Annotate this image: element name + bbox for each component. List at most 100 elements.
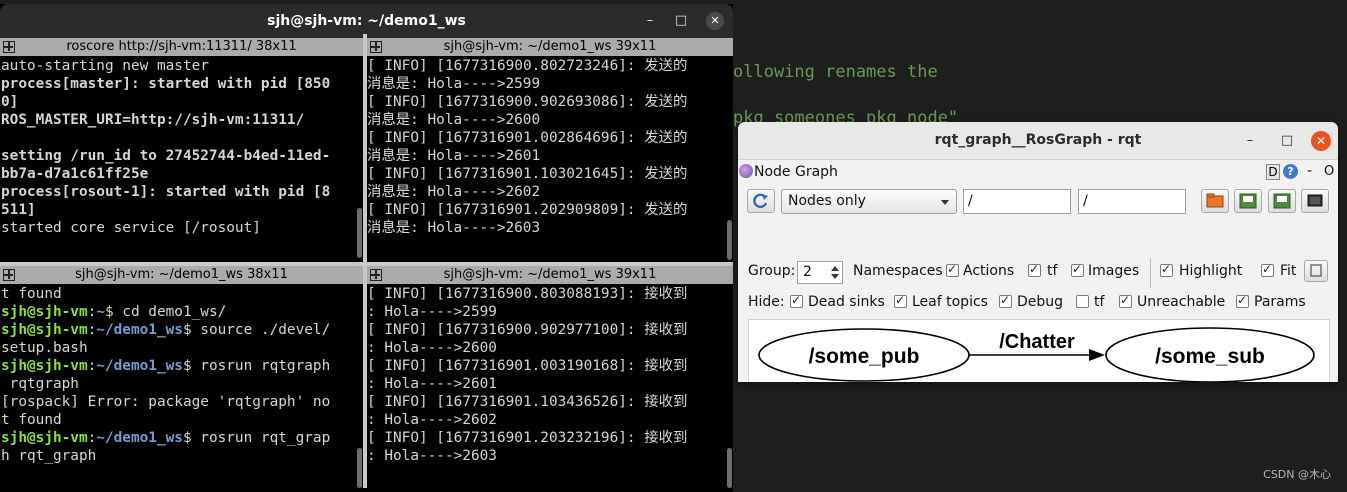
monitor-icon [1307, 194, 1323, 207]
debug-checkbox[interactable] [999, 293, 1012, 308]
fit-checkbox[interactable] [1261, 262, 1274, 277]
scrollbar[interactable] [356, 288, 362, 488]
prompt-separator: : [87, 322, 97, 338]
pane-title: sjh@sjh-vm: ~/demo1_ws 39x11 [443, 39, 657, 54]
highlight-checkbox[interactable] [1160, 262, 1173, 277]
rqt-content: Node Graph D ? - O Nodes only / / Group:… [738, 160, 1338, 382]
pane-title: roscore http://sjh-vm:11311/ 38x11 [66, 39, 297, 54]
refresh-icon [753, 193, 768, 209]
minimize-plugin-button[interactable]: - [1307, 163, 1312, 179]
spin-down-icon[interactable] [831, 274, 839, 279]
dock-button[interactable]: D [1266, 164, 1280, 180]
save-image-button[interactable] [1301, 189, 1329, 213]
prompt-user: sjh@sjh-vm [1, 430, 88, 446]
fit-label: Fit [1280, 263, 1297, 279]
node-graph-icon [739, 164, 753, 178]
dead-sinks-checkbox[interactable] [790, 293, 803, 308]
folder-open-icon [1206, 193, 1224, 208]
terminal-output[interactable]: [ INFO] [1677316900.802723246]: 发送的 消息是: … [367, 57, 723, 262]
prompt-separator: : [87, 430, 97, 446]
terminal-pane-roscore[interactable]: roscore http://sjh-vm:11311/ 38x11 auto-… [0, 38, 363, 262]
chevron-down-icon [941, 200, 949, 205]
scrollbar-thumb[interactable] [357, 448, 362, 488]
terminal-line: sjh@sjh-vm:~/demo1_ws$ rosrun rqtgraph [1, 357, 353, 375]
prompt-user: sjh@sjh-vm [1, 358, 88, 374]
plugin-titlebar: Node Graph D ? - O [738, 160, 1338, 184]
scrollbar[interactable] [726, 60, 732, 260]
prompt-user: sjh@sjh-vm [1, 304, 88, 320]
terminal-output[interactable]: [ INFO] [1677316900.803088193]: 接收到 : Hol… [367, 285, 723, 492]
save-dot-button[interactable] [1234, 189, 1262, 213]
minimize-button[interactable]: – [641, 12, 659, 30]
actions-checkbox[interactable] [1028, 262, 1041, 277]
pane-header[interactable]: sjh@sjh-vm: ~/demo1_ws 39x11 [367, 38, 733, 56]
tf-checkbox[interactable] [1071, 262, 1084, 277]
terminal-line: 消息是: Hola---->2602 [367, 184, 541, 200]
scrollbar[interactable] [356, 60, 362, 258]
pane-header[interactable]: sjh@sjh-vm: ~/demo1_ws 38x11 [0, 266, 363, 284]
minimize-button[interactable]: – [1240, 131, 1260, 151]
rqt-window: rqt_graph__RosGraph - rqt – □ ✕ Node Gra… [738, 122, 1338, 382]
group-label: Group: [748, 263, 796, 279]
terminal-pane-talker[interactable]: sjh@sjh-vm: ~/demo1_ws 39x11 [ INFO] [16… [367, 38, 733, 262]
graph-mode-select[interactable]: Nodes only [781, 189, 957, 214]
terminal-line: [ INFO] [1677316901.103021645]: 发送的 [367, 166, 688, 182]
node-some-sub-label: /some_sub [1155, 345, 1265, 368]
terminal-line: 511] [1, 202, 36, 218]
actions-label: Actions [963, 263, 1015, 279]
maximize-button[interactable]: □ [672, 12, 690, 30]
terminal-line: 0] [1, 94, 19, 110]
leaf-topics-checkbox[interactable] [894, 293, 907, 308]
terminal-titlebar[interactable]: sjh@sjh-vm: ~/demo1_ws – □ ✕ [0, 4, 733, 38]
scrollbar[interactable] [726, 288, 732, 488]
close-button[interactable]: ✕ [706, 12, 724, 30]
scrollbar-thumb[interactable] [727, 448, 732, 488]
namespaces-checkbox[interactable] [946, 262, 959, 277]
graph-canvas[interactable]: /some_pub /Chatter /some_sub [748, 319, 1330, 382]
refresh-button[interactable] [747, 189, 775, 213]
pane-divider-horizontal[interactable] [0, 262, 733, 266]
unreachable-checkbox[interactable] [1119, 293, 1132, 308]
terminal-line: ROS_MASTER_URI=http://sjh-vm:11311/ [1, 112, 305, 128]
pane-header[interactable]: roscore http://sjh-vm:11311/ 38x11 [0, 38, 363, 56]
load-dot-button[interactable] [1201, 189, 1229, 213]
fit-view-button[interactable] [1304, 260, 1328, 282]
params-checkbox[interactable] [1236, 293, 1249, 308]
highlight-label: Highlight [1179, 263, 1243, 279]
prompt-path: ~/demo1_ws [96, 358, 183, 374]
pane-header[interactable]: sjh@sjh-vm: ~/demo1_ws 39x11 [367, 266, 733, 284]
terminal-pane-shell[interactable]: sjh@sjh-vm: ~/demo1_ws 38x11 t found sjh@… [0, 266, 363, 492]
terminal-line: [ INFO] [1677316900.902977100]: 接收到 [367, 322, 688, 338]
rqt-titlebar[interactable]: rqt_graph__RosGraph - rqt – □ ✕ [738, 122, 1338, 160]
hide-tf-checkbox[interactable] [1076, 295, 1089, 308]
help-icon[interactable]: ? [1283, 164, 1298, 179]
maximize-button[interactable]: □ [1277, 131, 1297, 151]
scrollbar-thumb[interactable] [357, 208, 362, 258]
prompt-path: ~ [96, 304, 105, 320]
prompt-user: sjh@sjh-vm [1, 322, 88, 338]
terminal-pane-listener[interactable]: sjh@sjh-vm: ~/demo1_ws 39x11 [ INFO] [16… [367, 266, 733, 492]
namespaces-label: Namespaces [853, 263, 943, 279]
terminal-line: : Hola---->2599 [367, 304, 497, 320]
terminal-output[interactable]: t found sjh@sjh-vm:~$ cd demo1_ws/sjh@sjh… [1, 285, 353, 492]
save-svg-button[interactable] [1268, 189, 1296, 213]
group-spinbox[interactable]: 2 [797, 261, 843, 284]
terminal-output[interactable]: auto-starting new master process[master]:… [1, 57, 353, 262]
scrollbar-thumb[interactable] [727, 220, 732, 260]
node-filter-input[interactable]: / [963, 189, 1071, 214]
topic-filter-input[interactable]: / [1078, 189, 1186, 214]
terminal-window: sjh@sjh-vm: ~/demo1_ws – □ ✕ roscore htt… [0, 4, 733, 492]
params-label: Params [1254, 294, 1306, 310]
close-button[interactable]: ✕ [1311, 131, 1331, 151]
pane-divider-vertical[interactable] [363, 34, 367, 488]
terminal-line: : Hola---->2601 [367, 376, 497, 392]
terminal-line: sjh@sjh-vm:~$ cd demo1_ws/ [1, 303, 353, 321]
close-plugin-button[interactable]: O [1324, 164, 1334, 179]
terminal-line: [ INFO] [1677316901.202909809]: 发送的 [367, 202, 688, 218]
spin-up-icon[interactable] [831, 266, 839, 271]
terminal-line: [ INFO] [1677316901.002864696]: 发送的 [367, 130, 688, 146]
dead-sinks-label: Dead sinks [808, 294, 885, 310]
terminal-line: 消息是: Hola---->2603 [367, 220, 541, 236]
terminal-line: [ INFO] [1677316900.803088193]: 接收到 [367, 286, 688, 302]
terminal-line: rqtgraph [1, 376, 79, 392]
